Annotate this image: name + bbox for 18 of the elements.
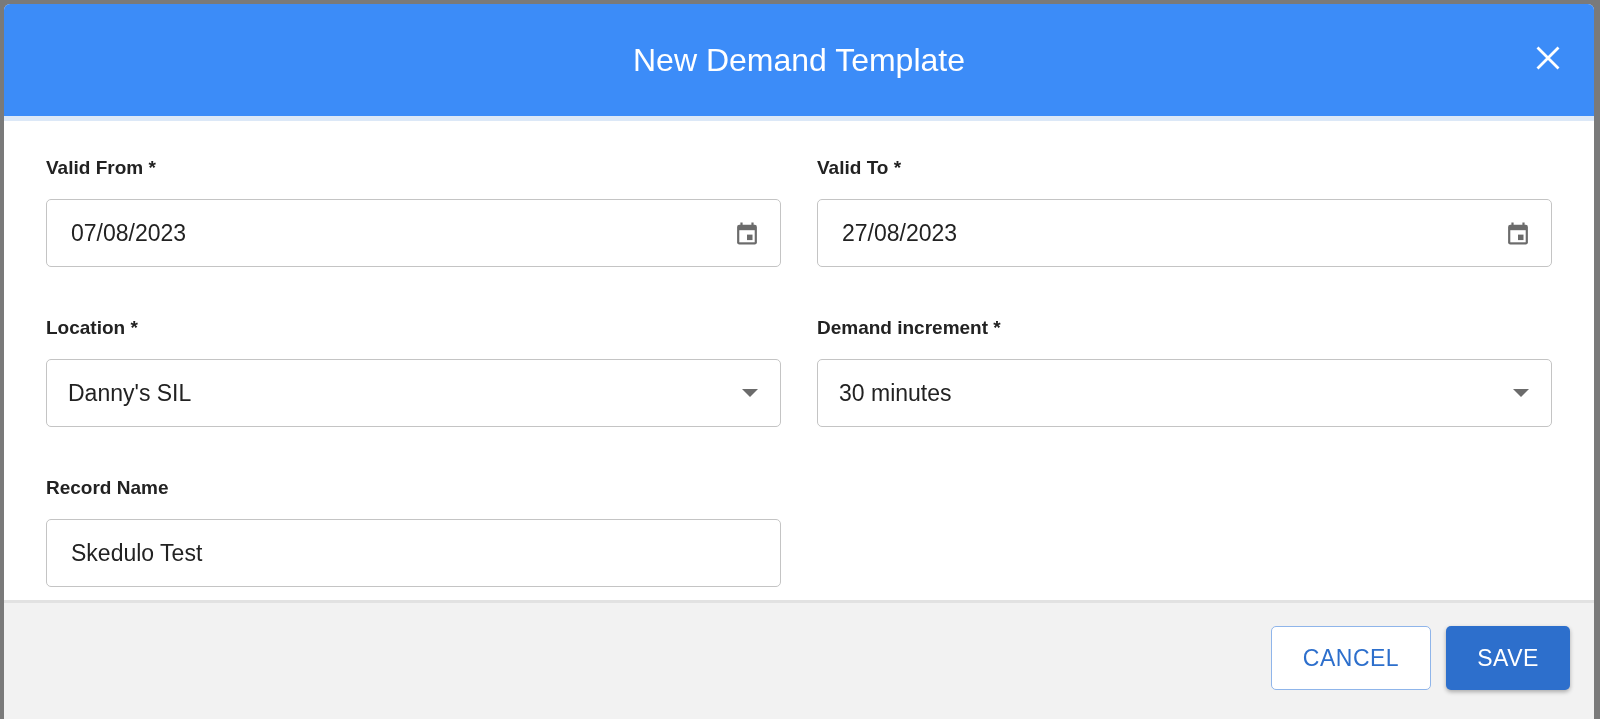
field-label: Valid To * bbox=[817, 157, 903, 179]
caret-icon bbox=[742, 389, 758, 397]
dropdown-field[interactable]: Danny's SIL bbox=[46, 359, 781, 427]
date-field[interactable]: 07/08/2023 bbox=[46, 199, 781, 267]
close-icon[interactable] bbox=[1534, 44, 1562, 72]
dropdown-field[interactable]: 30 minutes bbox=[817, 359, 1552, 427]
dialog-title: New Demand Template bbox=[633, 41, 965, 79]
field-label: Location * bbox=[46, 317, 139, 339]
input-field[interactable]: Skedulo Test bbox=[46, 519, 781, 587]
calendar-icon bbox=[1507, 220, 1529, 246]
field-label: Valid From * bbox=[46, 157, 157, 179]
field-label: Demand increment * bbox=[817, 317, 1002, 339]
date-field[interactable]: 27/08/2023 bbox=[817, 199, 1552, 267]
calendar-icon bbox=[736, 220, 758, 246]
field-label: Record Name bbox=[46, 477, 170, 499]
save-button[interactable]: SAVE bbox=[1446, 626, 1570, 690]
caret-icon bbox=[1513, 389, 1529, 397]
cancel-button[interactable]: CANCEL bbox=[1271, 626, 1431, 690]
